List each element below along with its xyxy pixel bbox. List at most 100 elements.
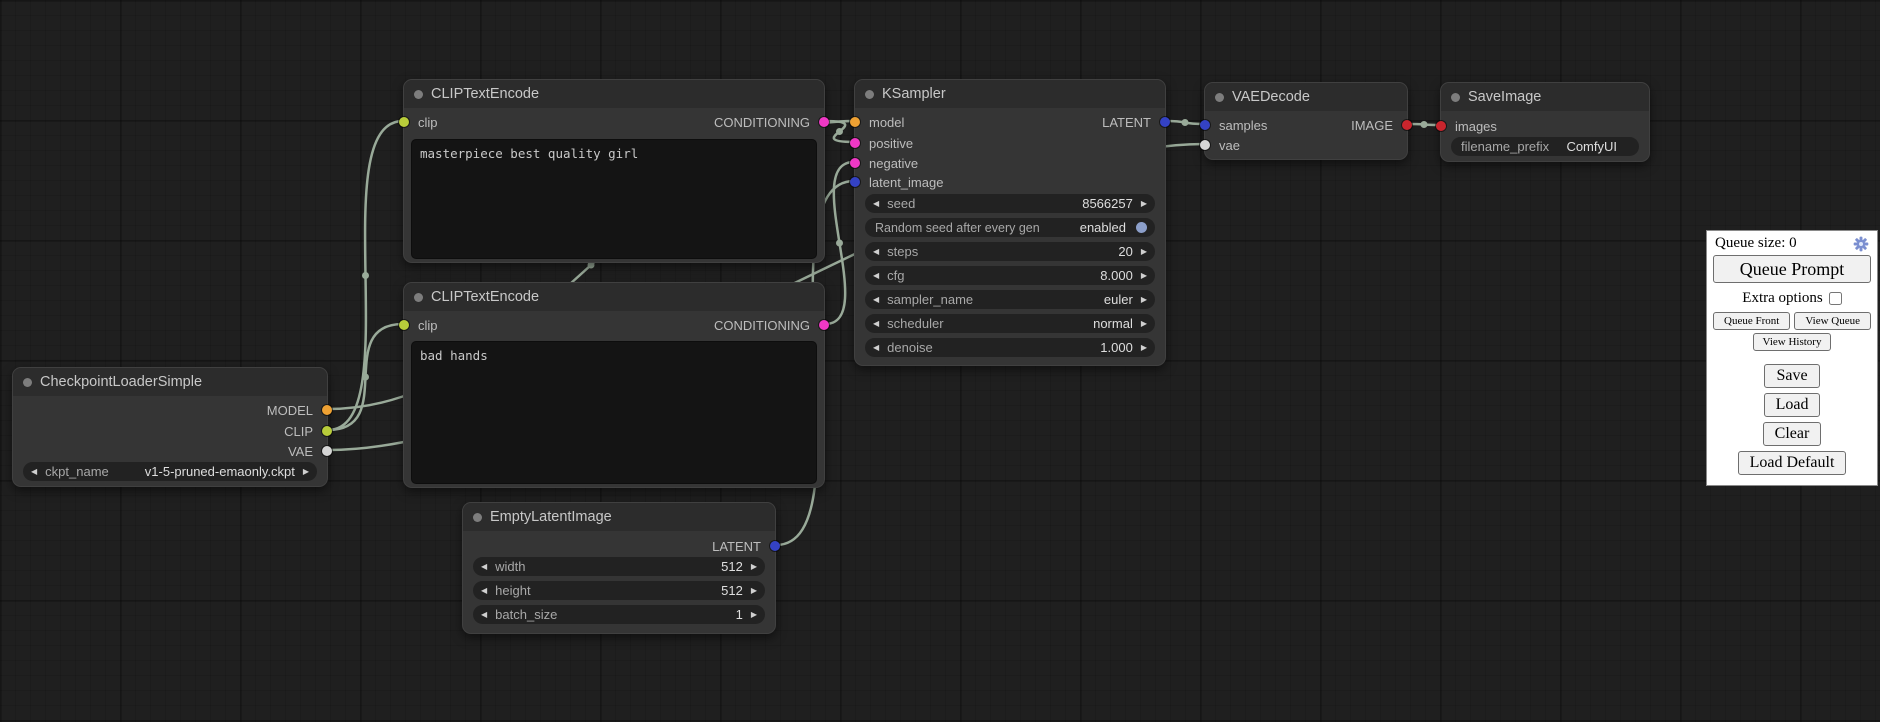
view-queue-button[interactable]: View Queue xyxy=(1794,312,1871,330)
decrement-arrow-icon[interactable]: ◀ xyxy=(481,563,487,571)
widget-width[interactable]: ◀ width 512 ▶ xyxy=(473,557,765,576)
node-clip-text-encode-negative[interactable]: CLIPTextEncode clip CONDITIONING bad han… xyxy=(403,282,825,488)
increment-arrow-icon[interactable]: ▶ xyxy=(751,611,757,619)
input-label-clip: clip xyxy=(418,318,438,333)
widget-seed[interactable]: ◀ seed 8566257 ▶ xyxy=(865,194,1155,213)
input-slot-vae: vae xyxy=(1205,136,1240,154)
decrement-arrow-icon[interactable]: ◀ xyxy=(873,320,879,328)
toggle-indicator-icon[interactable] xyxy=(1136,222,1147,233)
node-title-bar[interactable]: KSampler xyxy=(855,80,1165,108)
input-dot-samples[interactable] xyxy=(1200,120,1210,130)
increment-arrow-icon[interactable]: ▶ xyxy=(751,587,757,595)
decrement-arrow-icon[interactable]: ◀ xyxy=(873,272,879,280)
node-collapse-dot-icon[interactable] xyxy=(1215,93,1224,102)
node-title-bar[interactable]: VAEDecode xyxy=(1205,83,1407,111)
node-vae-decode[interactable]: VAEDecode samples IMAGE vae xyxy=(1204,82,1408,160)
output-dot-conditioning[interactable] xyxy=(819,117,829,127)
node-checkpoint-loader-simple[interactable]: CheckpointLoaderSimple MODEL CLIP VAE ◀ … xyxy=(12,367,328,487)
input-label-clip: clip xyxy=(418,115,438,130)
prompt-textarea[interactable]: bad hands xyxy=(411,341,817,484)
decrement-arrow-icon[interactable]: ◀ xyxy=(481,587,487,595)
extra-options-checkbox[interactable] xyxy=(1829,292,1842,305)
output-dot-vae[interactable] xyxy=(322,446,332,456)
decrement-arrow-icon[interactable]: ◀ xyxy=(873,248,879,256)
widget-cfg[interactable]: ◀ cfg 8.000 ▶ xyxy=(865,266,1155,285)
settings-gear-icon[interactable] xyxy=(1853,236,1869,252)
input-slot-positive: positive xyxy=(855,134,913,152)
output-dot-latent[interactable] xyxy=(1160,117,1170,127)
input-dot-model[interactable] xyxy=(850,117,860,127)
output-dot-conditioning[interactable] xyxy=(819,320,829,330)
node-collapse-dot-icon[interactable] xyxy=(1451,93,1460,102)
widget-scheduler[interactable]: ◀ scheduler normal ▶ xyxy=(865,314,1155,333)
output-dot-latent[interactable] xyxy=(770,541,780,551)
clear-button[interactable]: Clear xyxy=(1763,422,1822,446)
increment-arrow-icon[interactable]: ▶ xyxy=(1141,296,1147,304)
widget-name: width xyxy=(495,559,721,574)
increment-arrow-icon[interactable]: ▶ xyxy=(303,468,309,476)
load-button[interactable]: Load xyxy=(1764,393,1821,417)
node-title-bar[interactable]: CLIPTextEncode xyxy=(404,80,824,108)
graph-canvas[interactable]: CheckpointLoaderSimple MODEL CLIP VAE ◀ … xyxy=(0,0,1880,722)
input-dot-negative[interactable] xyxy=(850,158,860,168)
widget-random-seed-toggle[interactable]: Random seed after every gen enabled xyxy=(865,218,1155,237)
decrement-arrow-icon[interactable]: ◀ xyxy=(481,611,487,619)
prompt-textarea[interactable]: masterpiece best quality girl xyxy=(411,139,817,259)
input-dot-clip[interactable] xyxy=(399,117,409,127)
queue-prompt-button[interactable]: Queue Prompt xyxy=(1713,255,1871,283)
input-dot-images[interactable] xyxy=(1436,121,1446,131)
input-dot-vae[interactable] xyxy=(1200,140,1210,150)
node-title-bar[interactable]: SaveImage xyxy=(1441,83,1649,111)
node-collapse-dot-icon[interactable] xyxy=(473,513,482,522)
increment-arrow-icon[interactable]: ▶ xyxy=(1141,344,1147,352)
view-history-button[interactable]: View History xyxy=(1753,333,1831,351)
node-empty-latent-image[interactable]: EmptyLatentImage LATENT ◀ width 512 ▶ ◀ … xyxy=(462,502,776,634)
increment-arrow-icon[interactable]: ▶ xyxy=(1141,200,1147,208)
node-collapse-dot-icon[interactable] xyxy=(414,293,423,302)
node-save-image[interactable]: SaveImage images filename_prefix ComfyUI xyxy=(1440,82,1650,162)
widget-denoise[interactable]: ◀ denoise 1.000 ▶ xyxy=(865,338,1155,357)
decrement-arrow-icon[interactable]: ◀ xyxy=(31,468,37,476)
node-clip-text-encode-positive[interactable]: CLIPTextEncode clip CONDITIONING masterp… xyxy=(403,79,825,263)
increment-arrow-icon[interactable]: ▶ xyxy=(1141,320,1147,328)
widget-value: ComfyUI xyxy=(1566,139,1617,154)
input-dot-clip[interactable] xyxy=(399,320,409,330)
node-collapse-dot-icon[interactable] xyxy=(865,90,874,99)
increment-arrow-icon[interactable]: ▶ xyxy=(1141,272,1147,280)
input-slot-images: images xyxy=(1441,117,1497,135)
widget-steps[interactable]: ◀ steps 20 ▶ xyxy=(865,242,1155,261)
decrement-arrow-icon[interactable]: ◀ xyxy=(873,200,879,208)
widget-height[interactable]: ◀ height 512 ▶ xyxy=(473,581,765,600)
output-dot-model[interactable] xyxy=(322,405,332,415)
output-dot-image[interactable] xyxy=(1402,120,1412,130)
widget-ckpt-name[interactable]: ◀ ckpt_name v1-5-pruned-emaonly.ckpt ▶ xyxy=(23,462,317,481)
input-label-vae: vae xyxy=(1219,138,1240,153)
save-button[interactable]: Save xyxy=(1764,364,1819,388)
node-collapse-dot-icon[interactable] xyxy=(414,90,423,99)
increment-arrow-icon[interactable]: ▶ xyxy=(751,563,757,571)
queue-front-button[interactable]: Queue Front xyxy=(1713,312,1790,330)
load-default-button[interactable]: Load Default xyxy=(1738,451,1847,475)
input-dot-latent-image[interactable] xyxy=(850,177,860,187)
node-title: CLIPTextEncode xyxy=(431,86,539,102)
node-collapse-dot-icon[interactable] xyxy=(23,378,32,387)
widget-batch-size[interactable]: ◀ batch_size 1 ▶ xyxy=(473,605,765,624)
decrement-arrow-icon[interactable]: ◀ xyxy=(873,296,879,304)
input-dot-positive[interactable] xyxy=(850,138,860,148)
link-midpoint-dot xyxy=(362,272,369,279)
node-ksampler[interactable]: KSampler model LATENT positive negative … xyxy=(854,79,1166,366)
widget-name: scheduler xyxy=(887,316,1093,331)
widget-value: normal xyxy=(1093,316,1133,331)
widget-sampler-name[interactable]: ◀ sampler_name euler ▶ xyxy=(865,290,1155,309)
widget-filename-prefix[interactable]: filename_prefix ComfyUI xyxy=(1451,137,1639,156)
node-title-bar[interactable]: EmptyLatentImage xyxy=(463,503,775,531)
node-title: EmptyLatentImage xyxy=(490,509,612,525)
increment-arrow-icon[interactable]: ▶ xyxy=(1141,248,1147,256)
widget-name: filename_prefix xyxy=(1461,139,1566,154)
output-slot-image: IMAGE xyxy=(1351,116,1407,134)
node-title-bar[interactable]: CheckpointLoaderSimple xyxy=(13,368,327,396)
widget-value: euler xyxy=(1104,292,1133,307)
output-dot-clip[interactable] xyxy=(322,426,332,436)
decrement-arrow-icon[interactable]: ◀ xyxy=(873,344,879,352)
node-title-bar[interactable]: CLIPTextEncode xyxy=(404,283,824,311)
